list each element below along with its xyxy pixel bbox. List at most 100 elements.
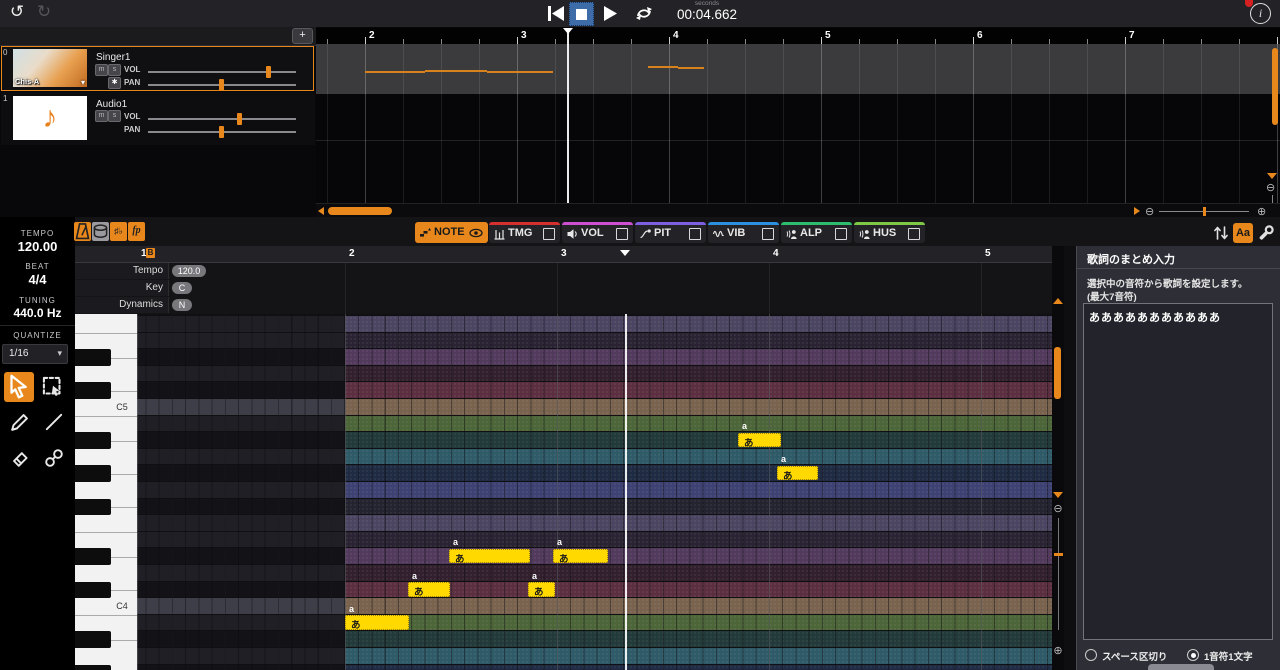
star-button[interactable]: ✱ [108,77,121,89]
loop-button[interactable] [633,4,655,23]
pan-slider-handle[interactable] [219,126,224,138]
param-sliders-icon[interactable] [1211,223,1231,243]
note[interactable]: あ [553,548,608,565]
stop-button[interactable] [569,2,594,26]
tab-visibility-checkbox[interactable] [835,228,847,240]
eye-icon[interactable] [469,227,483,239]
tab-vol[interactable]: VOL [562,222,633,243]
pan-slider-handle[interactable] [219,79,224,91]
play-button[interactable] [600,4,620,23]
audio-track-thumbnail[interactable]: ♪ [13,96,87,140]
vol-slider-handle[interactable] [237,113,242,125]
solo-button[interactable]: s [108,64,121,76]
arrangement-playhead[interactable] [567,28,569,203]
track-row-audio1[interactable]: 1 ♪ Audio1 m s VOL PAN [1,92,315,145]
editor-vzoom-handle[interactable] [1053,553,1063,556]
tab-visibility-checkbox[interactable] [689,228,701,240]
piano-keyboard[interactable]: C5 C4 [75,314,137,670]
piano-roll-grid[interactable]: aあaあaあaあaあaあaあ [137,314,1052,670]
note[interactable]: あ [777,465,818,482]
black-key-C#4[interactable] [75,581,111,599]
tab-vib[interactable]: VIB [708,222,779,243]
black-key-G#3[interactable] [75,664,111,670]
scroll-left-icon[interactable] [318,207,324,215]
settings-wrench-icon[interactable] [1256,223,1276,243]
vol-slider[interactable] [148,71,296,73]
solo-button[interactable]: s [108,110,121,122]
radio-one-char-per-note[interactable]: 1音符1文字 [1187,648,1277,663]
info-icon[interactable]: i [1250,3,1271,24]
skip-to-start-button[interactable] [545,4,567,23]
voice-select-chevron-icon[interactable]: ▾ [81,78,85,87]
arrangement-vscrollbar[interactable] [1272,48,1278,125]
mute-button[interactable]: m [95,64,108,76]
black-key-F#4[interactable] [75,498,111,516]
note[interactable]: あ [528,582,555,598]
add-track-button[interactable]: + [292,28,313,44]
editor-vscroll-thumb[interactable] [1054,347,1061,399]
toggle-tempo-metronome-button[interactable] [74,222,91,241]
black-key-G#4[interactable] [75,465,111,482]
mute-button[interactable]: m [95,110,108,122]
tab-visibility-checkbox[interactable] [762,228,774,240]
black-key-C#5[interactable] [75,382,111,399]
tool-pencil[interactable] [8,410,32,434]
tool-eraser[interactable] [8,446,32,470]
tab-tmg[interactable]: TMG [489,222,560,243]
tab-hus[interactable]: HUS [854,222,925,243]
tab-visibility-checkbox[interactable] [543,228,555,240]
toggle-dynamics-button[interactable]: fp [128,222,145,241]
arrangement-ruler[interactable]: 2 3 4 5 6 7 [316,28,1280,45]
tab-pit[interactable]: PIT [635,222,706,243]
hzoom-slider-handle[interactable] [1203,206,1206,216]
scroll-right-icon[interactable] [1134,207,1140,215]
tempo-row-value-badge[interactable]: 120.0 [172,265,206,277]
black-key-D#5[interactable] [75,349,111,366]
tool-select-cursor[interactable] [4,372,34,402]
tool-unlink[interactable] [42,446,66,470]
undo-icon[interactable]: ↺ [6,2,28,24]
tab-visibility-checkbox[interactable] [908,228,920,240]
vzoom-collapse-icon[interactable] [1267,173,1277,179]
vzoom-out-icon[interactable]: ⊖ [1266,181,1278,194]
black-key-A#3[interactable] [75,631,111,648]
tab-visibility-checkbox[interactable] [616,228,628,240]
quantize-dropdown[interactable]: 1/16 ▾ [2,344,68,364]
tool-line[interactable] [42,410,66,434]
black-key-A#4[interactable] [75,432,111,449]
measure-number: 5 [985,248,991,259]
tab-alp[interactable]: ALP [781,222,852,243]
key-row-value-badge[interactable]: C [172,282,192,294]
editor-zoom-out-icon[interactable]: ⊖ [1052,502,1064,515]
hzoom-out-icon[interactable]: ⊖ [1145,205,1157,217]
editor-ruler[interactable]: 12345B [75,246,1064,263]
dynamics-row-value-badge[interactable]: N [172,299,192,311]
hscroll-thumb[interactable] [328,206,392,215]
track-row-singer1[interactable]: 0 Chis-A ▾ Singer1msVOL✱PAN [1,46,314,91]
arrangement-hscrollbar[interactable]: ⊖ ⊕ [316,203,1280,217]
editor-playhead[interactable] [625,314,627,670]
scroll-up-icon[interactable] [1053,298,1063,304]
editor-vzoom-slider[interactable] [1057,518,1059,630]
lyrics-input[interactable]: あああああああああああ [1083,303,1273,640]
singer-avatar[interactable]: Chis-A ▾ [13,49,87,87]
editor-scroll-strip[interactable]: ⊖ ⊕ [1052,246,1064,670]
toggle-key-accidentals-button[interactable]: ♯♭ [110,222,127,241]
black-key-D#4[interactable] [75,548,111,565]
note[interactable]: あ [738,432,781,449]
scroll-down-icon[interactable] [1053,492,1063,498]
apply-button-partial[interactable] [1148,664,1214,670]
note[interactable]: あ [449,548,530,565]
redo-icon[interactable]: ↻ [33,2,55,24]
note[interactable]: あ [345,615,409,631]
tool-marquee-select[interactable] [40,374,66,400]
vol-slider-handle[interactable] [266,66,271,78]
note[interactable]: あ [408,582,450,598]
tab-note[interactable]: NOTE [415,222,488,243]
hzoom-in-icon[interactable]: ⊕ [1257,205,1269,217]
editor-zoom-in-icon[interactable]: ⊕ [1052,644,1064,657]
vol-slider[interactable] [148,118,296,120]
toggle-beat-drum-button[interactable] [92,222,109,241]
lyrics-input-mode-button[interactable]: Aa [1233,223,1253,243]
radio-space-separated[interactable]: スペース区切り [1085,648,1180,663]
